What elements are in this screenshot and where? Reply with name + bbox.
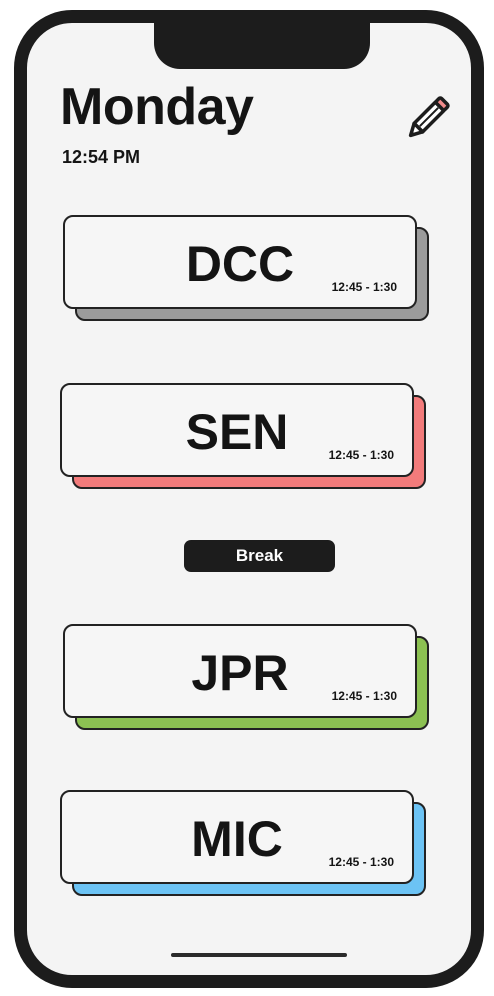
class-time: 12:45 - 1:30 xyxy=(331,689,397,703)
card-face: MIC 12:45 - 1:30 xyxy=(60,790,414,884)
home-indicator[interactable] xyxy=(171,953,347,957)
class-card-mic[interactable]: MIC 12:45 - 1:30 xyxy=(60,790,426,896)
current-time: 12:54 PM xyxy=(62,147,141,167)
class-time: 12:45 - 1:30 xyxy=(328,448,394,462)
class-card-dcc[interactable]: DCC 12:45 - 1:30 xyxy=(63,215,429,321)
phone-frame: Monday 12:54 PM DCC 12:45 - 1:30 SEN 12:… xyxy=(14,10,484,988)
page-title: Monday xyxy=(60,78,254,136)
class-time: 12:45 - 1:30 xyxy=(331,280,397,294)
card-face: JPR 12:45 - 1:30 xyxy=(63,624,417,718)
class-card-jpr[interactable]: JPR 12:45 - 1:30 xyxy=(63,624,429,730)
break-badge: Break xyxy=(184,540,335,572)
class-card-sen[interactable]: SEN 12:45 - 1:30 xyxy=(60,383,426,489)
notch xyxy=(154,23,370,69)
pencil-icon xyxy=(408,96,450,138)
class-time: 12:45 - 1:30 xyxy=(328,855,394,869)
card-face: SEN 12:45 - 1:30 xyxy=(60,383,414,477)
card-face: DCC 12:45 - 1:30 xyxy=(63,215,417,309)
edit-button[interactable] xyxy=(401,89,457,145)
